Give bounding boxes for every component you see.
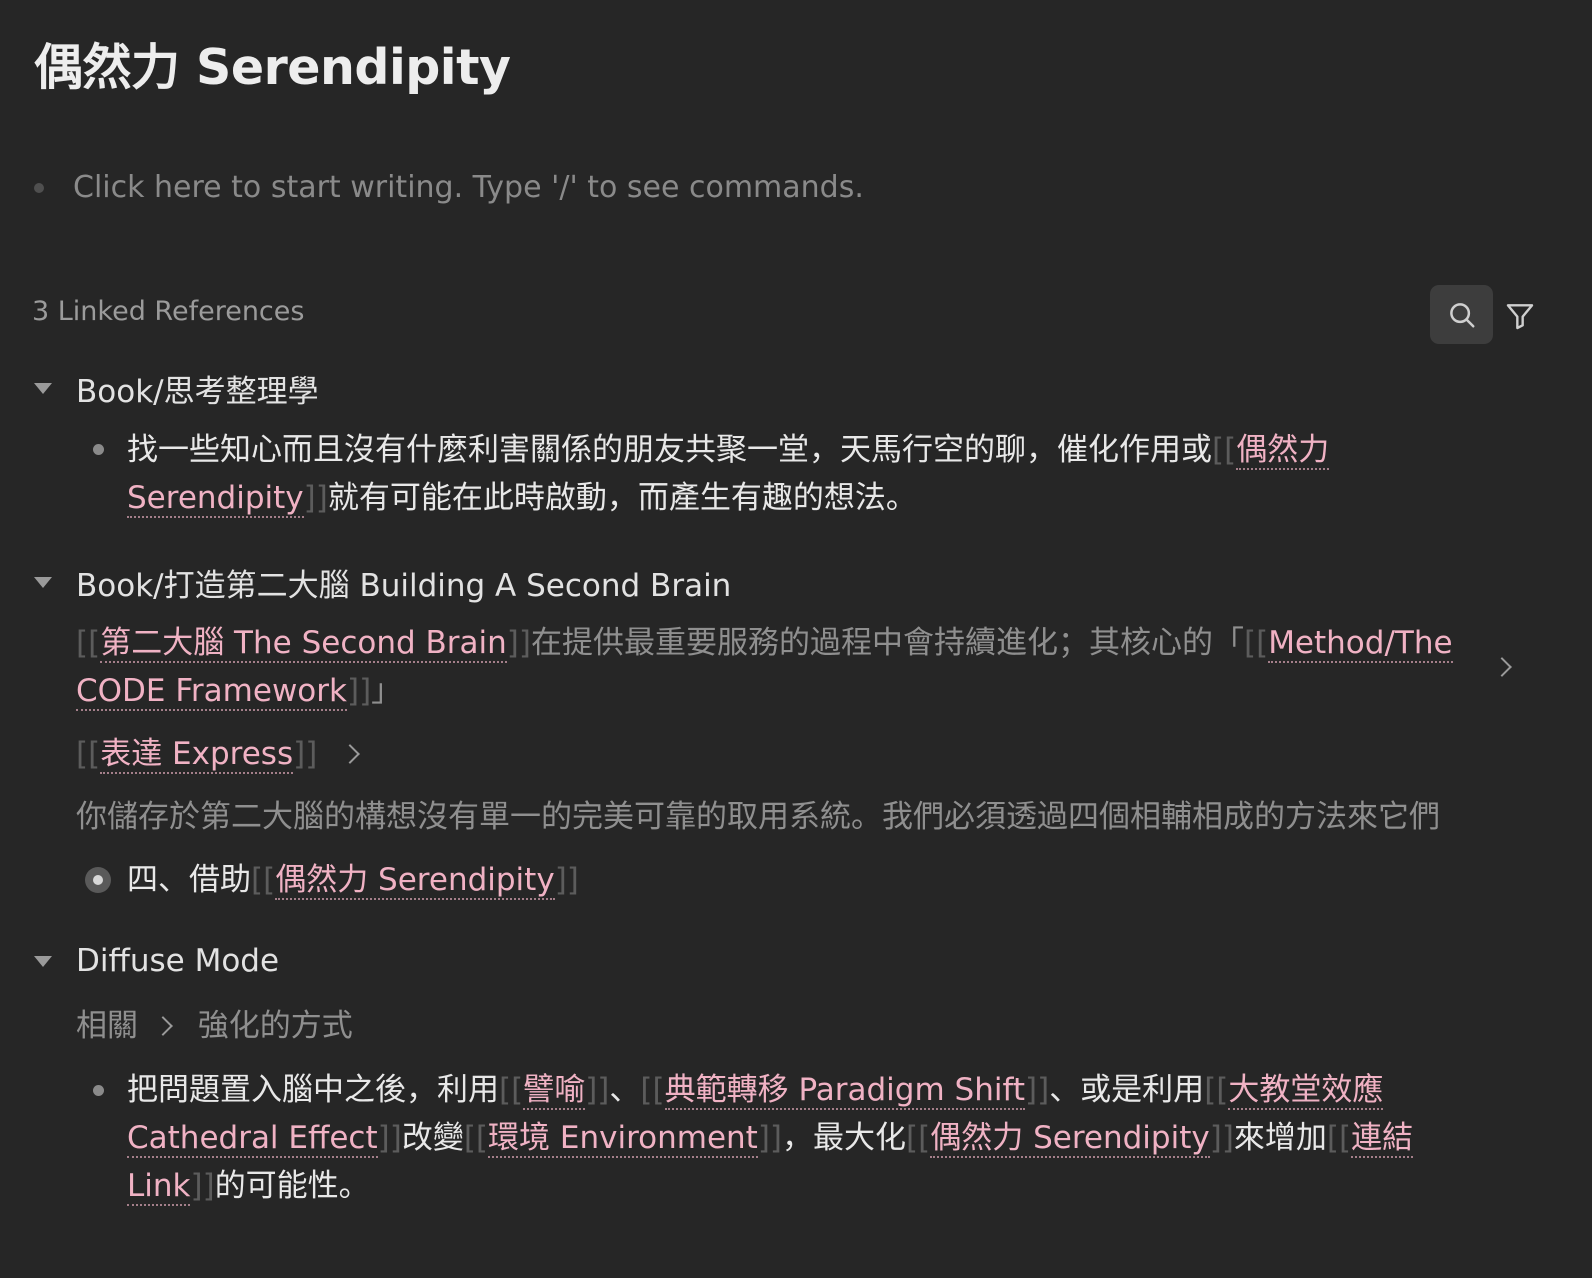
chevron-right-icon[interactable] <box>1492 657 1512 677</box>
block-bullet[interactable] <box>93 1085 104 1096</box>
page-link[interactable]: 第二大腦 The Second Brain <box>100 625 507 663</box>
link-bracket: [[ <box>499 1072 524 1108</box>
chevron-right-icon[interactable] <box>340 744 361 764</box>
block-bullet[interactable] <box>93 444 104 455</box>
link-bracket: [[ <box>463 1120 489 1156</box>
search-references-button[interactable] <box>1430 285 1493 344</box>
link-bracket: [[ <box>76 736 101 772</box>
ref-group-header[interactable]: Diffuse Mode <box>32 943 279 979</box>
editor-placeholder[interactable]: Click here to start writing. Type '/' to… <box>73 170 864 205</box>
link-bracket: ]] <box>1024 1072 1050 1108</box>
link-bracket: [[ <box>251 862 276 898</box>
ref-block[interactable]: 四、借助[[偶然力 Serendipity]] <box>127 856 579 904</box>
page-link[interactable]: 偶然力 Serendipity <box>930 1120 1210 1158</box>
ref-group-title[interactable]: Book/打造第二大腦 Building A Second Brain <box>76 560 731 605</box>
link-bracket: [[ <box>1204 1072 1229 1108</box>
link-bracket: ]] <box>190 1168 215 1204</box>
page: 偶然力 Serendipity Click here to start writ… <box>0 0 1592 1278</box>
breadcrumb-item[interactable]: 強化的方式 <box>198 1008 353 1044</box>
breadcrumb[interactable]: 相關 強化的方式 <box>76 1002 353 1050</box>
page-link[interactable]: 偶然力 Serendipity <box>275 862 555 900</box>
page-link[interactable]: 典範轉移 Paradigm Shift <box>664 1072 1025 1110</box>
filter-icon <box>1506 304 1534 330</box>
filter-references-button[interactable] <box>1500 296 1540 336</box>
link-bracket: [[ <box>1326 1120 1352 1156</box>
block-text: ，最大化 <box>782 1120 907 1156</box>
block-text: 、或是利用 <box>1049 1072 1205 1108</box>
link-bracket: ]] <box>506 625 531 661</box>
ref-block[interactable]: 把問題置入腦中之後，利用[[譬喻]]、[[典範轉移 Paradigm Shift… <box>127 1066 1417 1210</box>
block-text: 把問題置入腦中之後，利用 <box>127 1072 499 1108</box>
page-title[interactable]: 偶然力 Serendipity <box>34 28 511 99</box>
page-link[interactable]: 譬喻 <box>523 1072 586 1110</box>
link-bracket: ]] <box>293 736 318 772</box>
block-text: 四、借助 <box>127 862 251 898</box>
link-bracket: ]] <box>377 1120 402 1156</box>
linked-references-header: 3 Linked References <box>32 296 305 327</box>
link-bracket: ]] <box>757 1120 783 1156</box>
breadcrumb-item[interactable]: 相關 <box>76 1008 138 1044</box>
ref-group-header[interactable]: Book/打造第二大腦 Building A Second Brain <box>32 560 731 605</box>
block-text: 的可能性。 <box>214 1168 370 1204</box>
block-text: 找一些知心而且沒有什麼利害關係的朋友共聚一堂，天馬行空的聊，催化作用或 <box>127 432 1212 468</box>
page-link[interactable]: 表達 Express <box>100 736 294 774</box>
breadcrumb-text: 在提供最重要服務的過程中會持續進化；其核心的「 <box>530 625 1244 661</box>
ref-group-title[interactable]: Diffuse Mode <box>76 943 279 979</box>
link-bracket: ]] <box>585 1072 610 1108</box>
ref-block[interactable]: 找一些知心而且沒有什麼利害關係的朋友共聚一堂，天馬行空的聊，催化作用或[[偶然力… <box>127 426 1387 522</box>
collapsed-block-bullet[interactable] <box>85 867 111 893</box>
block-text: 改變 <box>401 1120 464 1156</box>
link-bracket: ]] <box>346 673 372 709</box>
breadcrumb-text: 你儲存於第二大腦的構想沒有單一的完美可靠的取用系統。我們必須透過四個相輔相成的方… <box>76 799 1440 835</box>
collapse-caret-icon[interactable] <box>34 577 52 588</box>
link-bracket: [[ <box>640 1072 665 1108</box>
link-bracket: [[ <box>1243 625 1269 661</box>
block-text: 來增加 <box>1233 1120 1327 1156</box>
page-link[interactable]: 環境 Environment <box>488 1120 758 1158</box>
ref-group-header[interactable]: Book/思考整理學 <box>32 366 319 411</box>
editor-block[interactable]: Click here to start writing. Type '/' to… <box>34 170 864 205</box>
breadcrumb-text: 」 <box>371 673 403 709</box>
breadcrumb[interactable]: [[第二大腦 The Second Brain]]在提供最重要服務的過程中會持續… <box>76 619 1476 715</box>
collapse-caret-icon[interactable] <box>34 955 52 967</box>
link-bracket: [[ <box>1212 432 1237 468</box>
ref-group-title[interactable]: Book/思考整理學 <box>76 366 319 411</box>
link-bracket: ]] <box>554 862 579 898</box>
link-bracket: ]] <box>303 480 328 516</box>
link-bracket: [[ <box>76 625 101 661</box>
block-bullet[interactable] <box>34 182 44 193</box>
chevron-right-icon <box>152 1016 173 1036</box>
breadcrumb[interactable]: [[表達 Express]] <box>76 730 361 778</box>
search-icon <box>1449 302 1474 327</box>
collapse-caret-icon[interactable] <box>34 383 52 394</box>
breadcrumb[interactable]: 你儲存於第二大腦的構想沒有單一的完美可靠的取用系統。我們必須透過四個相輔相成的方… <box>76 793 1440 841</box>
link-bracket: [[ <box>906 1120 931 1156</box>
block-text: 就有可能在此時啟動，而產生有趣的想法。 <box>327 480 917 516</box>
link-bracket: ]] <box>1209 1120 1234 1156</box>
block-text: 、 <box>609 1072 641 1108</box>
